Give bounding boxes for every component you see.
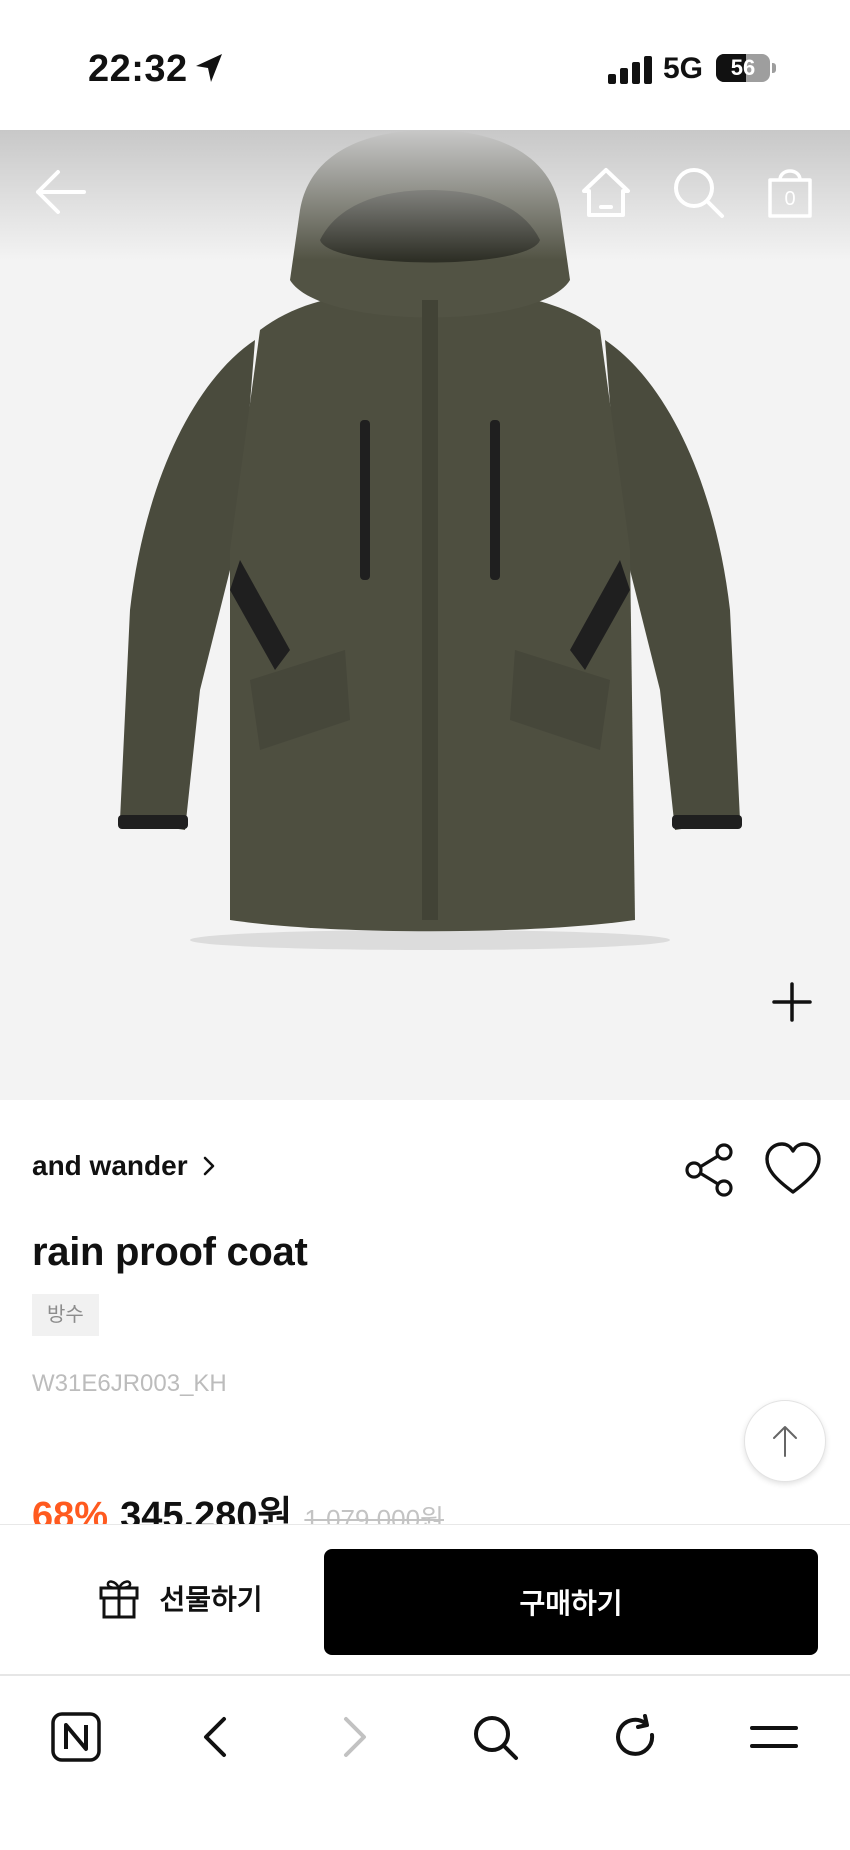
buy-label: 구매하기 bbox=[519, 1588, 623, 1619]
browser-toolbar bbox=[0, 1674, 850, 1850]
status-time: 22:32 bbox=[88, 48, 188, 90]
back-button[interactable] bbox=[28, 160, 92, 224]
purchase-bar: 선물하기 구매하기 bbox=[0, 1524, 850, 1675]
browser-menu-button[interactable] bbox=[739, 1702, 809, 1772]
search-icon bbox=[474, 1716, 518, 1760]
gift-label: 선물하기 bbox=[159, 1583, 263, 1615]
location-arrow-icon bbox=[196, 54, 222, 82]
buy-button[interactable]: 구매하기 bbox=[324, 1549, 818, 1655]
search-icon bbox=[674, 168, 724, 218]
browser-forward-button[interactable] bbox=[320, 1702, 390, 1772]
arrow-up-icon bbox=[773, 1426, 797, 1457]
browser-search-button[interactable] bbox=[460, 1702, 530, 1772]
scroll-top-button[interactable] bbox=[744, 1400, 826, 1482]
menu-icon bbox=[750, 1726, 798, 1748]
gift-button[interactable]: 선물하기 bbox=[30, 1545, 330, 1650]
heart-icon[interactable] bbox=[762, 1138, 824, 1200]
cart-count: 0 bbox=[784, 188, 796, 210]
product-title: rain proof coat bbox=[32, 1230, 308, 1274]
gift-icon bbox=[99, 1579, 139, 1618]
home-icon bbox=[582, 168, 630, 217]
product-image-area[interactable]: 0 bbox=[0, 130, 850, 1100]
battery-tip bbox=[772, 63, 776, 73]
naver-home-button[interactable] bbox=[41, 1702, 111, 1772]
share-icon[interactable] bbox=[680, 1140, 740, 1200]
brand-name: and wander bbox=[32, 1150, 188, 1181]
naver-n-icon bbox=[51, 1712, 101, 1762]
search-button[interactable] bbox=[666, 160, 730, 224]
cart-button[interactable]: 0 bbox=[758, 158, 822, 222]
chevron-right-icon bbox=[203, 1156, 214, 1176]
brand-link[interactable]: and wander bbox=[32, 1150, 216, 1182]
browser-refresh-button[interactable] bbox=[600, 1702, 670, 1772]
signal-icon bbox=[608, 56, 652, 84]
battery-level: 56 bbox=[730, 55, 756, 80]
battery-icon: 56 bbox=[716, 54, 770, 82]
status-bar: 22:32 5G 56 bbox=[0, 0, 850, 130]
refresh-icon bbox=[616, 1714, 655, 1756]
product-tag: 방수 bbox=[32, 1294, 99, 1336]
back-icon bbox=[204, 1717, 226, 1757]
back-arrow-icon bbox=[36, 170, 86, 214]
home-button[interactable] bbox=[574, 160, 638, 224]
product-code: W31E6JR003_KH bbox=[32, 1370, 227, 1397]
network-type: 5G bbox=[663, 52, 704, 85]
browser-back-button[interactable] bbox=[180, 1702, 250, 1772]
zoom-plus-icon[interactable] bbox=[762, 972, 822, 1032]
forward-icon bbox=[344, 1717, 366, 1757]
